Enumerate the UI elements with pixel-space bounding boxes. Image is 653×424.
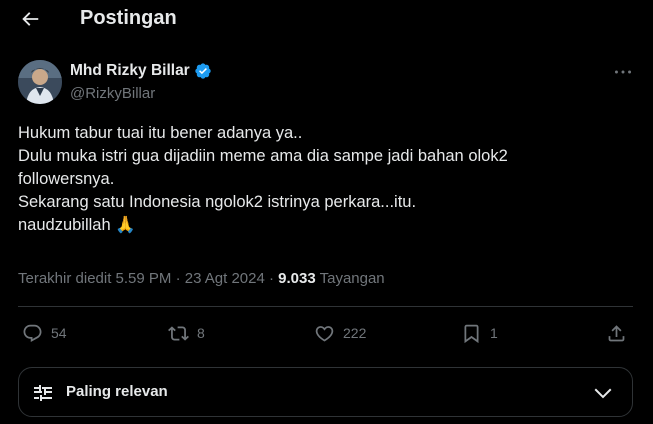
top-bar: Postingan [0, 0, 653, 38]
action-bar: 54 8 222 1 [0, 318, 653, 348]
post-text: Hukum tabur tuai itu bener adanya ya.. D… [18, 122, 618, 237]
back-button[interactable] [18, 7, 42, 31]
more-dots-icon [614, 70, 632, 74]
reply-icon [23, 324, 42, 342]
verified-badge-icon [195, 63, 211, 79]
share-button[interactable] [606, 318, 627, 348]
bookmark-button[interactable]: 1 [461, 318, 498, 348]
share-icon [608, 324, 625, 341]
bookmark-icon [464, 324, 479, 343]
views-count: 9.033 [278, 270, 316, 287]
arrow-left-icon [22, 12, 39, 26]
author-handle[interactable]: @RizkyBillar [70, 85, 155, 102]
heart-icon [315, 325, 334, 342]
sort-label: Paling relevan [66, 383, 168, 400]
post-text-line: Dulu muka istri gua dijadiin meme ama di… [18, 147, 508, 165]
sliders-icon [34, 385, 52, 401]
views-label: Tayangan [315, 270, 385, 287]
author-name[interactable]: Mhd Rizky Billar [70, 62, 190, 80]
post-meta: Terakhir diedit 5.59 PM · 23 Agt 2024 · … [18, 270, 385, 287]
author-name-row: Mhd Rizky Billar [70, 62, 212, 80]
more-options-button[interactable] [612, 62, 634, 82]
like-count: 222 [343, 325, 367, 341]
post-text-line: followersnya. [18, 170, 115, 188]
bookmark-count: 1 [490, 325, 498, 341]
post-text-line: Hukum tabur tuai itu bener adanya ya.. [18, 124, 303, 142]
edited-timestamp[interactable]: Terakhir diedit 5.59 PM · 23 Agt 2024 · [18, 270, 278, 287]
reply-count: 54 [51, 325, 67, 341]
divider [18, 306, 633, 307]
chevron-down-icon [594, 388, 612, 399]
reply-sort-dropdown[interactable]: Paling relevan [18, 367, 633, 417]
repost-count: 8 [197, 325, 205, 341]
repost-icon [168, 325, 189, 341]
avatar-image [18, 60, 62, 104]
like-button[interactable]: 222 [314, 318, 366, 348]
avatar[interactable] [18, 60, 62, 104]
page-title: Postingan [80, 7, 177, 29]
repost-button[interactable]: 8 [168, 318, 205, 348]
reply-button[interactable]: 54 [22, 318, 67, 348]
post-text-line: Sekarang satu Indonesia ngolok2 istrinya… [18, 193, 417, 211]
post-text-line: naudzubillah 🙏 [18, 216, 136, 234]
